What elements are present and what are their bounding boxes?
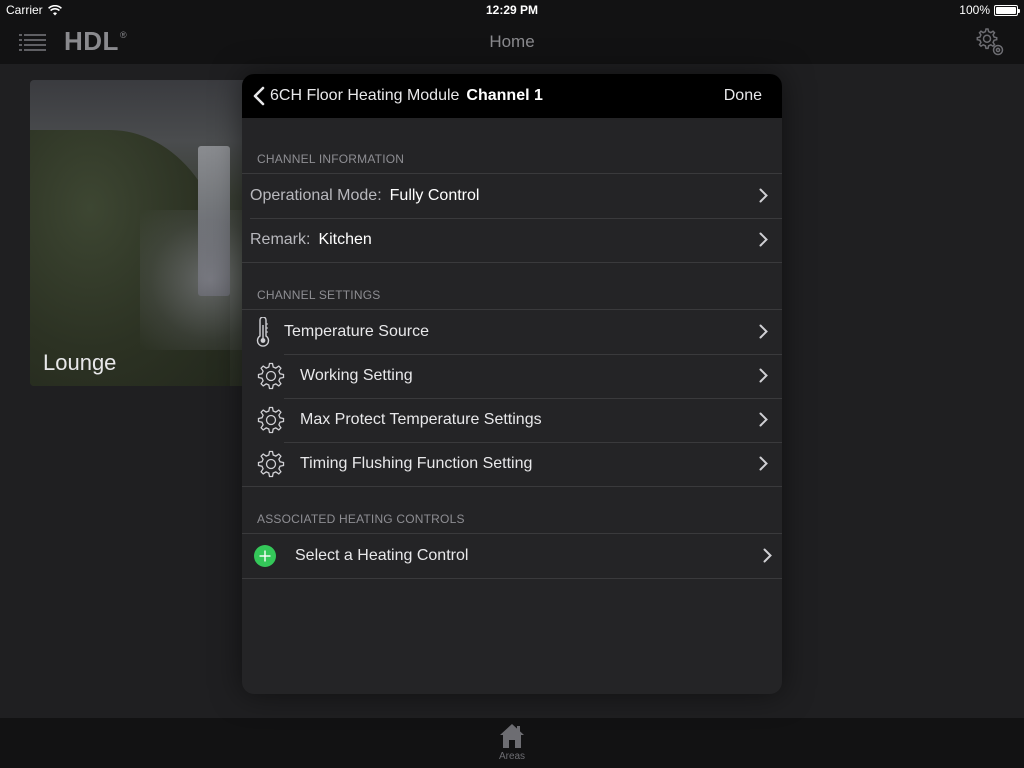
chevron-right-icon: [763, 548, 772, 563]
select-heating-control-label: Select a Heating Control: [295, 547, 469, 564]
chevron-right-icon: [759, 368, 768, 383]
house-icon: [500, 724, 524, 748]
modal-header: 6CH Floor Heating Module Channel 1 Done: [242, 74, 782, 118]
gear-icon: [257, 450, 285, 478]
status-bar: Carrier 12:29 PM 100%: [0, 0, 1024, 20]
timing-flushing-label: Timing Flushing Function Setting: [300, 455, 533, 472]
gear-icon: [257, 362, 285, 390]
tab-bar: Areas: [0, 718, 1024, 768]
chevron-right-icon: [759, 412, 768, 427]
area-card-lounge[interactable]: Lounge: [30, 80, 270, 386]
tab-areas-label: Areas: [498, 751, 526, 762]
gear-icon: [257, 406, 285, 434]
working-setting-row[interactable]: Working Setting: [242, 354, 782, 398]
remark-value: Kitchen: [318, 231, 372, 248]
status-time: 12:29 PM: [485, 3, 539, 17]
modal-title: Channel 1: [466, 87, 543, 104]
max-protect-temperature-row[interactable]: Max Protect Temperature Settings: [242, 398, 782, 442]
battery-icon: [994, 4, 1020, 16]
channel-settings-group: Temperature Source Working Setting Max P…: [242, 309, 782, 487]
settings-gear-icon[interactable]: [974, 26, 1006, 58]
battery-fill: [996, 6, 1016, 14]
timing-flushing-row[interactable]: Timing Flushing Function Setting: [242, 442, 782, 486]
chevron-right-icon: [759, 188, 768, 203]
remark-label: Remark:: [250, 231, 311, 248]
section-header-channel-settings: CHANNEL SETTINGS: [257, 288, 381, 302]
chevron-right-icon: [759, 232, 768, 247]
back-label: 6CH Floor Heating Module: [270, 87, 460, 104]
chevron-left-icon: [253, 86, 265, 106]
page-title: Home: [489, 32, 535, 51]
add-circle-icon: [254, 545, 276, 567]
battery-percentage: 100%: [959, 3, 990, 17]
area-card-label: Lounge: [43, 350, 117, 375]
nav-bar: HDL® Home: [0, 20, 1024, 64]
select-heating-control-row[interactable]: Select a Heating Control: [242, 534, 782, 578]
done-button[interactable]: Done: [724, 87, 762, 105]
temperature-source-row[interactable]: Temperature Source: [242, 310, 782, 354]
associated-heating-controls-group: Select a Heating Control: [242, 533, 782, 579]
operational-mode-row[interactable]: Operational Mode: Fully Control: [242, 174, 782, 218]
section-header-associated-heating-controls: ASSOCIATED HEATING CONTROLS: [257, 512, 465, 526]
chevron-right-icon: [759, 324, 768, 339]
channel-settings-modal: 6CH Floor Heating Module Channel 1 Done …: [242, 74, 782, 694]
status-right: 100%: [959, 3, 1020, 17]
thermometer-icon: [256, 317, 270, 347]
temperature-source-label: Temperature Source: [284, 323, 429, 340]
remark-row[interactable]: Remark: Kitchen: [242, 218, 782, 262]
working-setting-label: Working Setting: [300, 367, 413, 384]
section-header-channel-information: CHANNEL INFORMATION: [257, 152, 405, 166]
max-protect-temperature-label: Max Protect Temperature Settings: [300, 411, 542, 428]
channel-information-group: Operational Mode: Fully Control Remark: …: [242, 173, 782, 263]
tab-areas[interactable]: Areas: [496, 722, 528, 762]
operational-mode-value: Fully Control: [389, 187, 480, 204]
operational-mode-label: Operational Mode:: [250, 187, 382, 204]
chevron-right-icon: [759, 456, 768, 471]
back-button[interactable]: 6CH Floor Heating Module Channel 1: [252, 74, 543, 118]
